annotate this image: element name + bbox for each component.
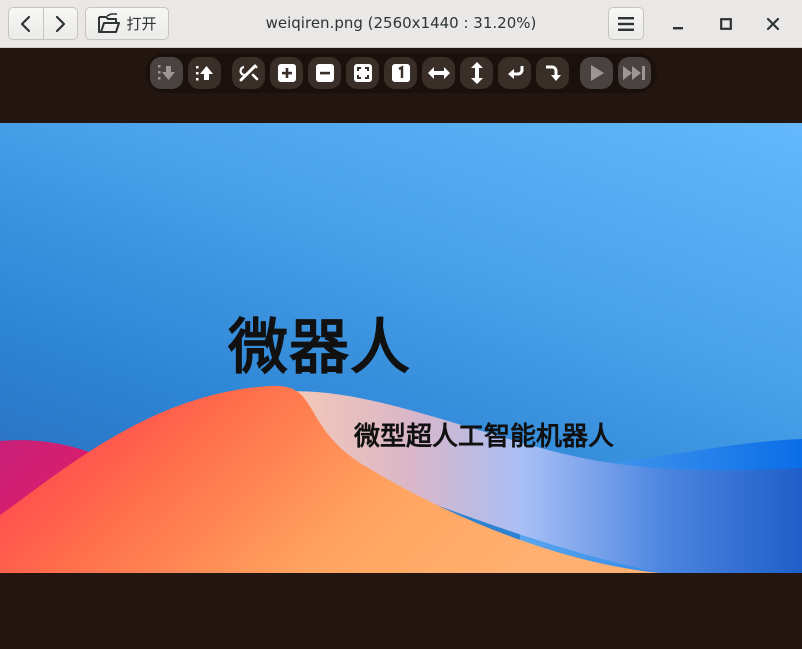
image-toolbar — [145, 53, 657, 93]
fit-window-button[interactable] — [346, 57, 379, 89]
original-size-icon — [391, 64, 410, 82]
minimize-button[interactable] — [663, 9, 693, 39]
chevron-left-icon — [20, 15, 30, 32]
image-subheading-text: 微型超人工智能机器人 — [354, 422, 615, 452]
header-bar: 打开 weiqiren.png (2560x1440 : 31.20%) — [0, 0, 802, 48]
navigation-button-group — [8, 7, 78, 40]
displayed-image: 微器人 微型超人工智能机器人 — [0, 123, 802, 573]
image-viewer-window: 打开 weiqiren.png (2560x1440 : 31.20%) 微器人… — [0, 0, 802, 649]
maximize-button[interactable] — [711, 9, 741, 39]
forward-button[interactable] — [42, 8, 78, 39]
flip-horizontal-button[interactable] — [422, 57, 455, 89]
rotate-left-button[interactable] — [498, 57, 531, 89]
image-heading-text: 微器人 — [228, 313, 411, 383]
window-title: weiqiren.png (2560x1440 : 31.20%) — [265, 14, 537, 32]
flip-vertical-icon — [470, 62, 483, 84]
close-icon — [766, 17, 780, 31]
previous-image-icon — [157, 65, 175, 80]
open-button[interactable]: 打开 — [85, 7, 169, 40]
folder-open-icon — [98, 12, 121, 33]
fit-window-icon — [353, 64, 372, 82]
next-image-icon — [195, 66, 213, 81]
next-image-button[interactable] — [188, 57, 221, 89]
maximize-icon — [720, 18, 732, 30]
edit-tools-icon — [239, 64, 258, 82]
open-button-label: 打开 — [126, 15, 157, 33]
chevron-right-icon — [56, 15, 66, 32]
zoom-in-button[interactable] — [270, 57, 303, 89]
rotate-left-icon — [507, 66, 523, 79]
play-slideshow-button[interactable] — [580, 57, 613, 89]
zoom-in-icon — [277, 64, 296, 82]
minimize-icon — [673, 27, 683, 30]
original-size-button[interactable] — [384, 57, 417, 89]
skip-to-end-icon — [622, 66, 645, 80]
edit-tools-button[interactable] — [232, 57, 265, 89]
zoom-out-button[interactable] — [308, 57, 341, 89]
play-slideshow-icon — [590, 65, 604, 81]
close-button[interactable] — [758, 9, 788, 39]
rotate-right-icon — [545, 65, 561, 81]
previous-image-button[interactable] — [150, 57, 183, 89]
main-menu-button[interactable] — [608, 7, 644, 40]
zoom-out-icon — [315, 64, 334, 82]
rotate-right-button[interactable] — [536, 57, 569, 89]
flip-horizontal-icon — [427, 67, 450, 79]
hamburger-menu-icon — [618, 16, 634, 31]
flip-vertical-button[interactable] — [460, 57, 493, 89]
skip-to-end-button[interactable] — [618, 57, 651, 89]
back-button[interactable] — [9, 8, 43, 39]
